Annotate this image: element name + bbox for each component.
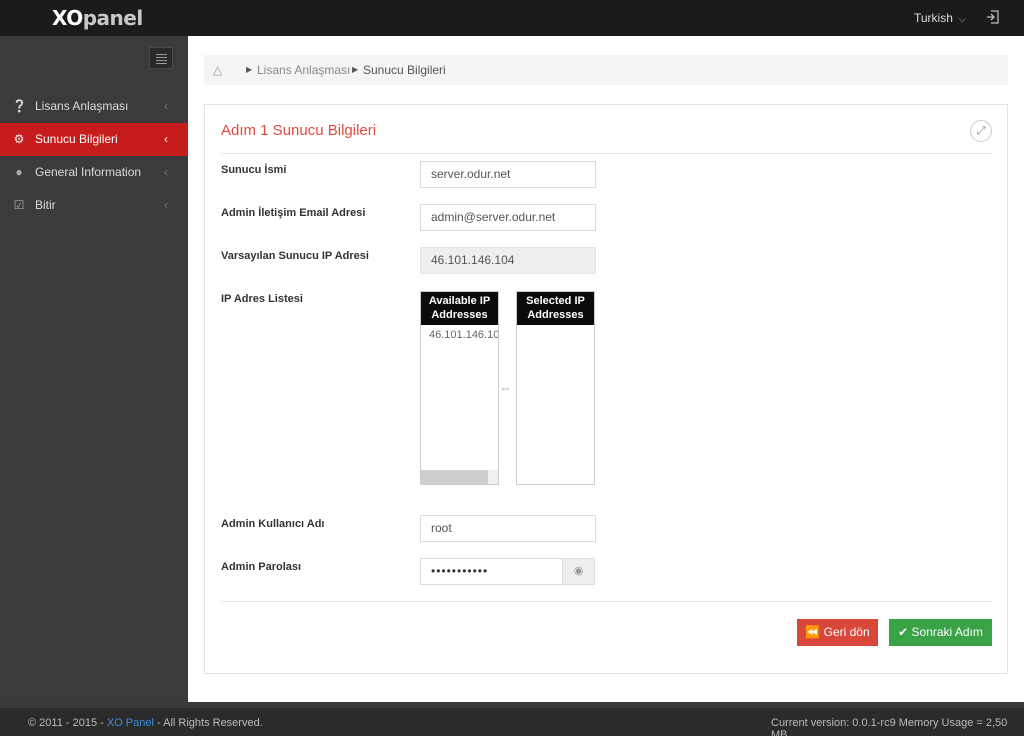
backward-icon: ⏪ <box>805 625 821 639</box>
ip-list-label: IP Adres Listesi <box>221 293 303 305</box>
available-ip-option[interactable]: 46.101.146.104 <box>421 325 498 341</box>
sidebar-item-finish[interactable]: ☑ Bitir ‹ <box>0 189 188 222</box>
logo[interactable]: XOpanel <box>52 7 143 29</box>
chevron-left-icon: ‹ <box>164 132 168 146</box>
available-ip-list[interactable]: Available IP Addresses 46.101.146.104 <box>420 291 499 485</box>
language-selector[interactable]: Turkish ⌵ <box>914 11 966 26</box>
default-ip-input: 46.101.146.104 <box>420 247 596 274</box>
check-circle-icon: ✔ <box>898 625 909 639</box>
next-button-label: Sonraki Adım <box>911 625 983 639</box>
copyright-prefix: © 2011 - 2015 - <box>28 717 107 729</box>
panel-title: Adım 1 Sunucu Bilgileri <box>221 122 377 139</box>
copyright: © 2011 - 2015 - XO Panel - All Rights Re… <box>28 717 263 729</box>
back-button[interactable]: ⏪ Geri dön <box>797 619 878 646</box>
chevron-left-icon: ‹ <box>164 198 168 212</box>
version-info: Current version: 0.0.1-rc9 Memory Usage … <box>771 717 1008 736</box>
scrollbar-thumb[interactable] <box>421 470 488 484</box>
available-ip-header: Available IP Addresses <box>421 292 498 325</box>
server-name-input[interactable]: server.odur.net <box>420 161 596 188</box>
question-circle-icon: ❔ <box>12 99 27 113</box>
sidebar-item-label: Lisans Anlaşması <box>35 99 129 113</box>
admin-email-input[interactable]: admin@server.odur.net <box>420 204 596 231</box>
language-label: Turkish <box>914 11 953 25</box>
expand-icon[interactable]: ⤢ <box>970 120 992 142</box>
default-ip-label: Varsayılan Sunucu IP Adresi <box>221 250 369 262</box>
user-icon: ● <box>15 165 23 179</box>
brand-link[interactable]: XO Panel <box>107 717 154 729</box>
admin-email-label: Admin İletişim Email Adresi <box>221 207 366 219</box>
breadcrumb: △ ▶ Lisans Anlaşması ▶ Sunucu Bilgileri <box>204 55 1008 85</box>
caret-right-icon: ▶ <box>246 65 253 74</box>
chevron-down-icon: ⌵ <box>958 14 966 24</box>
swap-arrows-icon: ⇔ <box>499 380 512 395</box>
top-bar: XOpanel Turkish ⌵ <box>0 0 1024 36</box>
sidebar-item-server-info[interactable]: ⚙ Sunucu Bilgileri ‹ <box>0 123 188 156</box>
selected-ip-list[interactable]: Selected IP Addresses <box>516 291 595 485</box>
chevron-left-icon: ‹ <box>164 99 168 113</box>
divider <box>221 601 992 602</box>
divider <box>221 153 992 154</box>
step-panel: Adım 1 Sunucu Bilgileri ⤢ Sunucu İsmi se… <box>204 104 1008 674</box>
admin-user-label: Admin Kullanıcı Adı <box>221 518 325 530</box>
main-content: △ ▶ Lisans Anlaşması ▶ Sunucu Bilgileri … <box>188 36 1024 702</box>
logo-panel: panel <box>82 6 143 30</box>
sidebar: ❔ Lisans Anlaşması ‹ ⚙ Sunucu Bilgileri … <box>0 36 188 702</box>
selected-ip-header: Selected IP Addresses <box>517 292 594 325</box>
sidebar-nav: ❔ Lisans Anlaşması ‹ ⚙ Sunucu Bilgileri … <box>0 90 188 222</box>
server-name-label: Sunucu İsmi <box>221 164 287 176</box>
sidebar-item-label: Bitir <box>35 198 56 212</box>
admin-password-input[interactable]: ••••••••••• <box>421 559 562 584</box>
admin-password-label: Admin Parolası <box>221 561 302 573</box>
sidebar-item-license[interactable]: ❔ Lisans Anlaşması ‹ <box>0 90 188 123</box>
breadcrumb-item-current: Sunucu Bilgileri <box>363 63 446 77</box>
sidebar-item-general-information[interactable]: ● General Information ‹ <box>0 156 188 189</box>
sidebar-item-label: Sunucu Bilgileri <box>35 132 118 146</box>
linux-home-icon[interactable]: △ <box>213 55 222 85</box>
back-button-label: Geri dön <box>823 625 870 639</box>
horizontal-scrollbar[interactable] <box>421 470 498 484</box>
admin-user-input[interactable]: root <box>420 515 596 542</box>
logo-xo: XO <box>52 6 83 30</box>
cogs-icon: ⚙ <box>13 132 25 146</box>
breadcrumb-item-license[interactable]: Lisans Anlaşması <box>257 55 350 85</box>
next-step-button[interactable]: ✔ Sonraki Adım <box>889 619 992 646</box>
chevron-left-icon: ‹ <box>164 165 168 179</box>
sidebar-toggle-button[interactable] <box>149 47 173 69</box>
sidebar-item-label: General Information <box>35 165 142 179</box>
caret-right-icon: ▶ <box>352 65 359 74</box>
admin-password-field: ••••••••••• ◉ <box>420 558 595 585</box>
footer: © 2011 - 2015 - XO Panel - All Rights Re… <box>0 702 1024 736</box>
check-square-icon: ☑ <box>13 198 25 212</box>
eye-icon[interactable]: ◉ <box>562 559 594 584</box>
logout-icon[interactable] <box>985 9 1001 25</box>
copyright-suffix: - All Rights Reserved. <box>153 717 263 729</box>
